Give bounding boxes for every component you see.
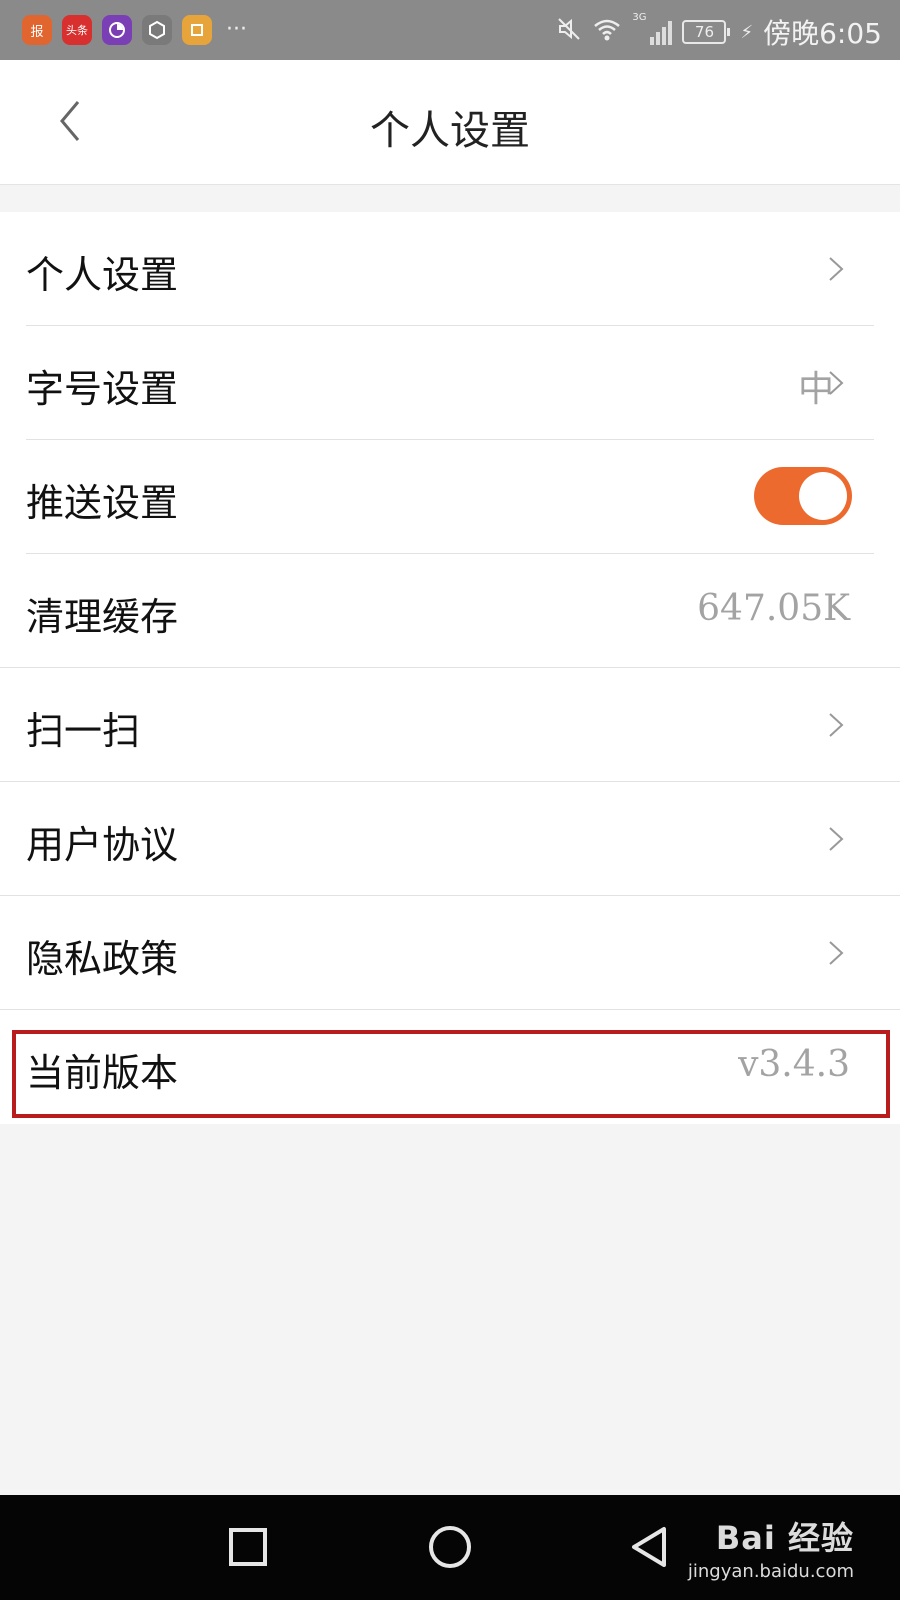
back-nav-button[interactable] (620, 1517, 680, 1577)
settings-row-label: 隐私政策 (26, 937, 179, 981)
settings-row-label: 用户协议 (26, 823, 179, 867)
mute-icon (556, 16, 582, 48)
battery-icon: 76 (682, 20, 731, 44)
network-type: 3G (632, 12, 647, 23)
toutiao-app-icon: 头条 (62, 15, 92, 45)
settings-row-label: 字号设置 (26, 367, 179, 411)
newspaper-app-icon: 报 (22, 15, 52, 45)
system-status: 3G 76 ⚡ 傍晚6:05 (556, 12, 882, 52)
system-nav-bar: Bai 经验 jingyan.baidu.com (0, 1495, 900, 1600)
wifi-icon (592, 16, 622, 48)
header: 个人设置 (0, 60, 900, 185)
square-icon (229, 1528, 267, 1566)
more-notifications-icon: ··· (226, 17, 247, 42)
settings-row-push: 推送设置 (0, 440, 900, 554)
settings-row-scan[interactable]: 扫一扫 (0, 668, 900, 782)
watermark: Bai 经验 jingyan.baidu.com (688, 1513, 854, 1582)
settings-row-label: 个人设置 (26, 253, 179, 297)
home-button[interactable] (420, 1517, 480, 1577)
page-title: 个人设置 (370, 108, 530, 154)
cache-size-value: 647.05K (697, 588, 850, 629)
chevron-right-icon (829, 941, 844, 965)
chevron-right-icon (829, 371, 844, 395)
settings-row-user-agreement[interactable]: 用户协议 (0, 782, 900, 896)
settings-row-privacy-policy[interactable]: 隐私政策 (0, 896, 900, 1010)
highlight-box (12, 1030, 890, 1118)
push-toggle[interactable] (754, 467, 852, 525)
settings-row-label: 扫一扫 (26, 709, 141, 753)
signal-icon (650, 19, 673, 45)
settings-row-profile[interactable]: 个人设置 (0, 212, 900, 326)
toggle-knob (799, 472, 847, 520)
watermark-url: jingyan.baidu.com (687, 1561, 854, 1582)
chevron-right-icon (829, 713, 844, 737)
settings-list: 个人设置 字号设置 中 推送设置 清理缓存 647.05K 扫一扫 用户协议 隐… (0, 212, 900, 1124)
yellow-app-icon (182, 15, 212, 45)
triangle-back-icon (632, 1527, 666, 1567)
circle-icon (429, 1526, 471, 1568)
charging-icon: ⚡ (740, 21, 754, 43)
chevron-right-icon (829, 827, 844, 851)
settings-row-label: 清理缓存 (26, 595, 179, 639)
purple-app-icon (102, 15, 132, 45)
settings-row-font-size[interactable]: 字号设置 中 (0, 326, 900, 440)
clock: 傍晚6:05 (763, 17, 882, 50)
settings-row-clear-cache[interactable]: 清理缓存 647.05K (0, 554, 900, 668)
watermark-brand: Bai 经验 (715, 1519, 854, 1557)
status-bar: 报 头条 ··· 3G 76 ⚡ 傍晚6:05 (0, 0, 900, 60)
recents-button[interactable] (218, 1517, 278, 1577)
settings-row-label: 推送设置 (26, 481, 179, 525)
chevron-right-icon (829, 257, 844, 281)
notification-icons: 报 头条 ··· (22, 15, 247, 45)
hand-app-icon (142, 15, 172, 45)
